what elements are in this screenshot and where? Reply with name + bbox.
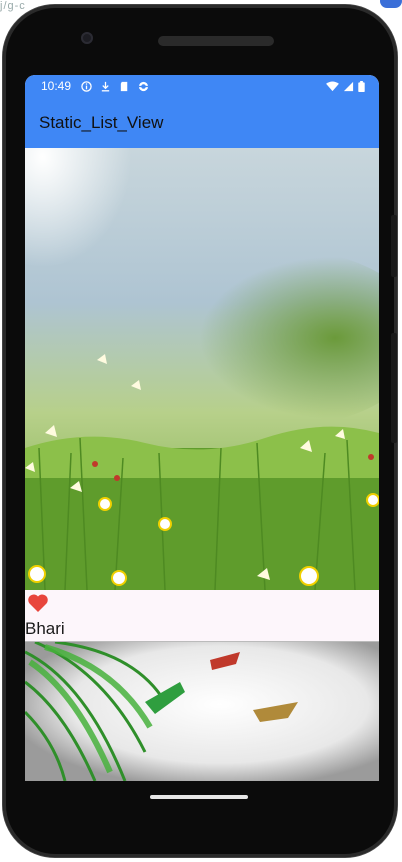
wifi-icon [326, 80, 339, 91]
list-item-footer[interactable]: Bhari [25, 590, 379, 642]
download-icon [101, 81, 110, 91]
phone-device-frame: 10:49 Static_List_View Bhari [3, 5, 397, 857]
system-nav-bar [3, 781, 397, 857]
status-time: 10:49 [41, 79, 72, 93]
app-bar: Static_List_View [25, 97, 379, 148]
volume-button[interactable] [391, 333, 397, 443]
front-camera [81, 32, 93, 44]
app-screen: 10:49 Static_List_View Bhari [25, 75, 379, 781]
parrots-palm-image [25, 642, 379, 781]
meadow-butterflies-image [25, 148, 379, 590]
app-title: Static_List_View [39, 112, 164, 132]
list-item-label: Bhari [25, 619, 65, 638]
sd-card-icon [120, 81, 128, 91]
heart-icon[interactable] [27, 593, 49, 613]
signal-icon [343, 81, 354, 91]
earpiece-speaker [158, 36, 274, 46]
sync-icon [138, 81, 149, 91]
info-icon [81, 80, 92, 92]
browser-edge-indicator [380, 0, 402, 8]
list-view[interactable]: Bhari [25, 148, 379, 781]
browser-edge-text: j/g-c [0, 0, 26, 12]
home-gesture-handle[interactable] [150, 795, 248, 799]
power-button[interactable] [391, 215, 397, 277]
status-bar: 10:49 [25, 75, 379, 97]
battery-icon [358, 80, 365, 92]
